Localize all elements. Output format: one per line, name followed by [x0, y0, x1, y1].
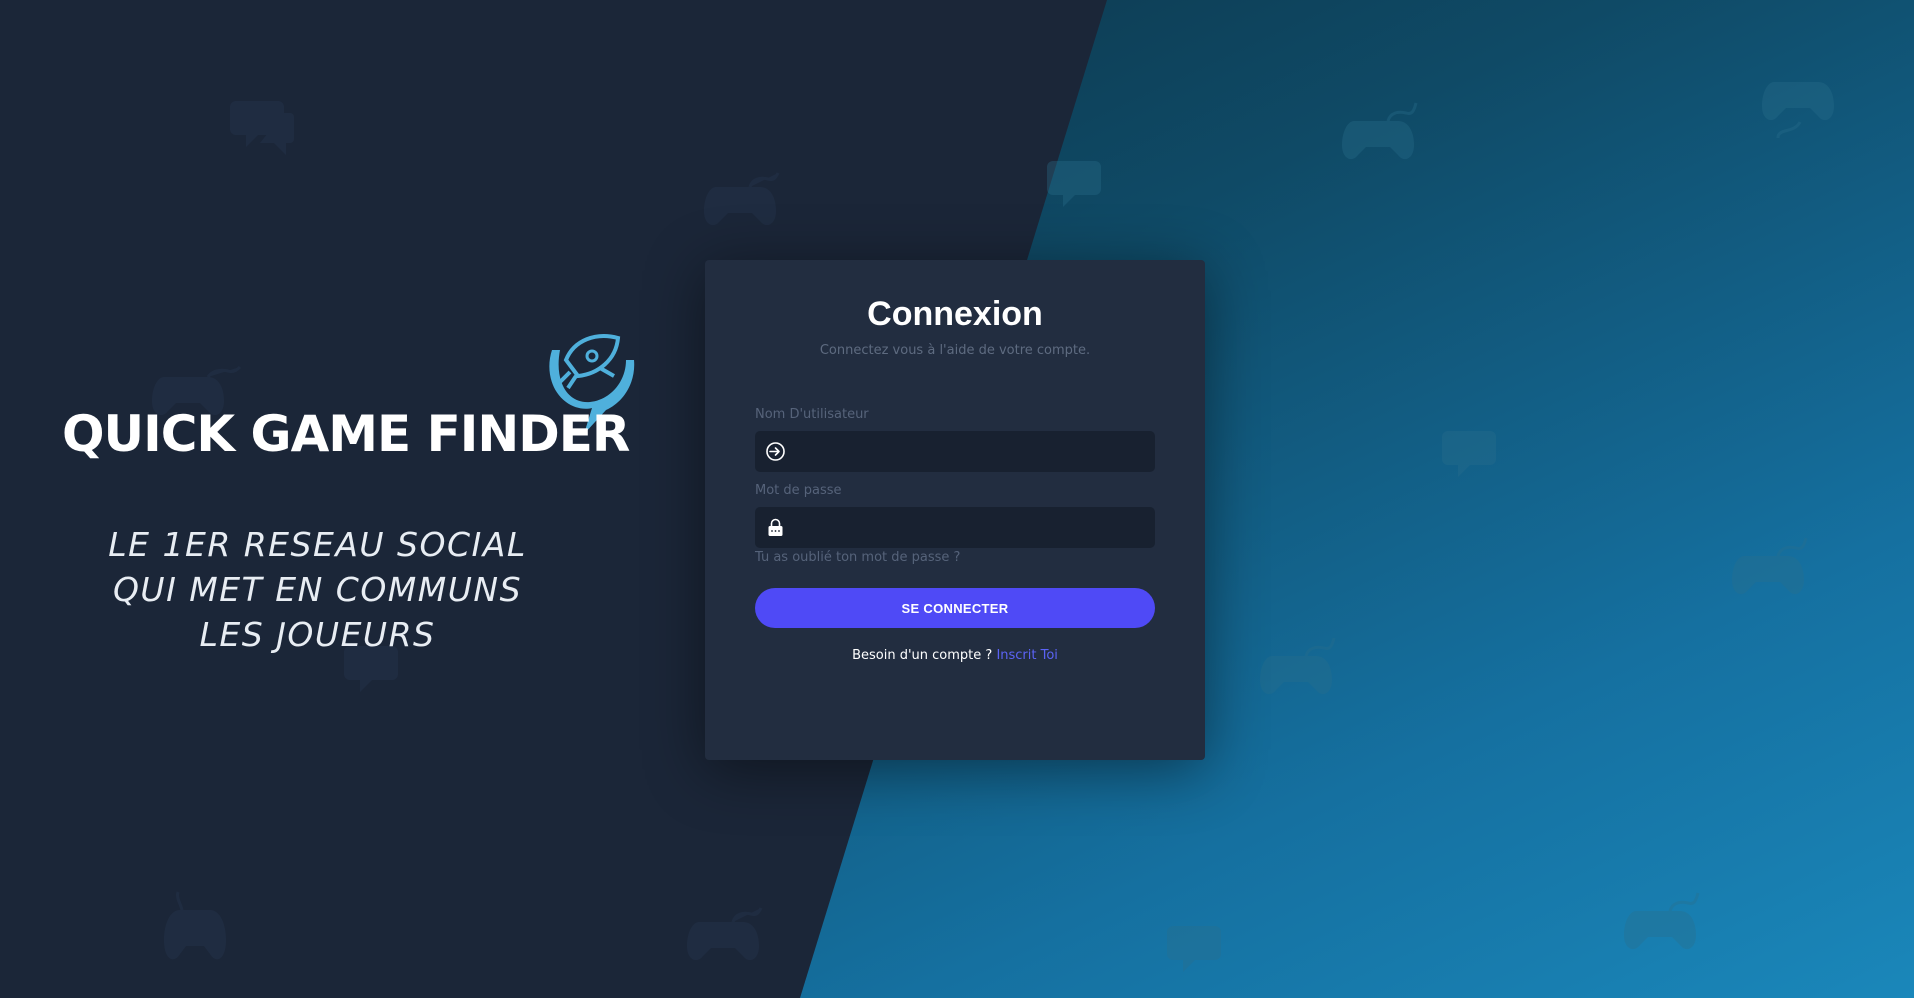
tagline-line: LE 1ER RESEAU SOCIAL	[108, 525, 527, 564]
login-arrow-icon	[765, 441, 786, 462]
gamepad-icon	[1730, 530, 1810, 605]
login-subtitle: Connectez vous à l'aide de votre compte.	[819, 343, 1091, 358]
signup-row: Besoin d'un compte ? Inscrit Toi	[705, 648, 1205, 663]
chat-bubble-icon	[1045, 155, 1113, 225]
password-input[interactable]	[795, 507, 1149, 550]
gamepad-icon	[1760, 70, 1840, 150]
login-title: Connexion	[867, 295, 1043, 333]
gamepad-icon	[1258, 630, 1338, 705]
login-button[interactable]: SE CONNECTER	[755, 588, 1155, 628]
tagline-line: QUI MET EN COMMUNS	[112, 570, 523, 609]
signup-link[interactable]: Inscrit Toi	[996, 648, 1057, 663]
gamepad-icon	[702, 165, 782, 235]
username-input[interactable]	[795, 431, 1149, 474]
chat-bubble-icon	[228, 95, 296, 165]
lock-icon	[765, 517, 786, 538]
tagline-line: LES JOUEURS	[199, 615, 436, 654]
login-card: Connexion Connectez vous à l'aide de vot…	[705, 260, 1205, 760]
brand-name: QUICK GAME FINDER	[62, 405, 630, 463]
password-field[interactable]	[755, 507, 1155, 550]
signup-prompt: Besoin d'un compte ?	[852, 648, 993, 663]
chat-bubble-icon	[1165, 920, 1233, 990]
chat-bubble-icon	[1440, 425, 1508, 495]
login-page: QUICK GAME FINDER LE 1ER RESEAU SOCIAL Q…	[0, 0, 1914, 998]
gamepad-icon	[1340, 95, 1420, 170]
gamepad-icon	[1622, 885, 1702, 960]
username-field[interactable]	[755, 431, 1155, 474]
gamepad-icon	[160, 890, 235, 980]
gamepad-icon	[685, 900, 765, 970]
forgot-password-link[interactable]: Tu as oublié ton mot de passe ?	[755, 550, 960, 565]
password-label: Mot de passe	[755, 483, 842, 498]
username-label: Nom D'utilisateur	[755, 407, 869, 422]
tagline: LE 1ER RESEAU SOCIAL QUI MET EN COMMUNS …	[60, 522, 575, 657]
